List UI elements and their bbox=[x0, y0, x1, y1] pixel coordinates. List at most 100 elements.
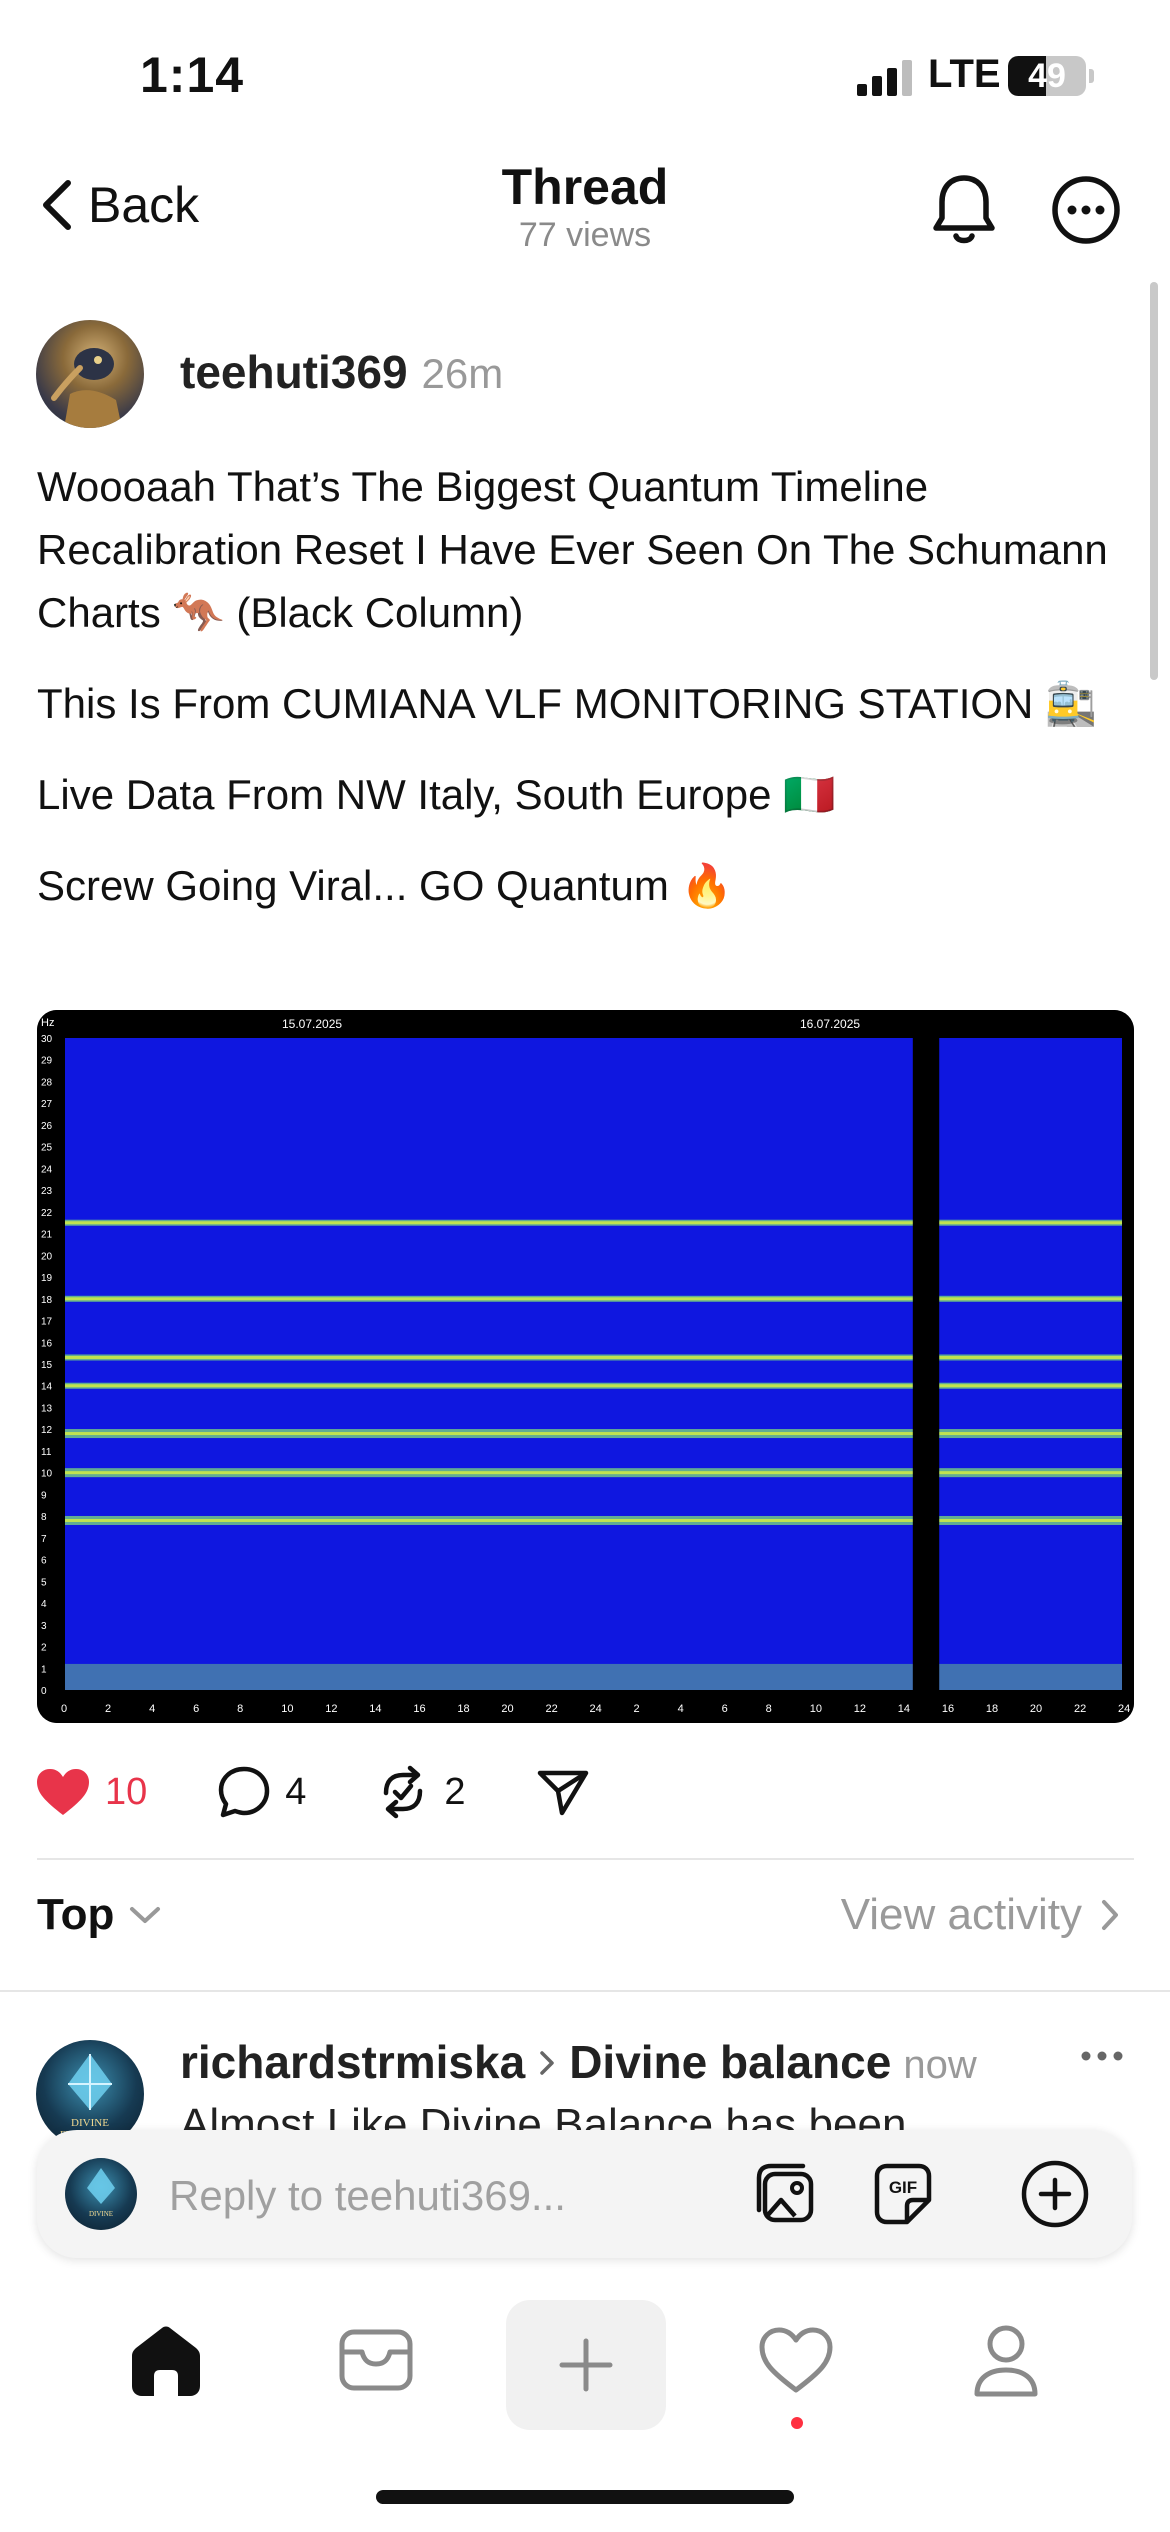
x-tick-label: 0 bbox=[61, 1703, 67, 1715]
x-tick-label: 16 bbox=[942, 1703, 954, 1715]
home-icon bbox=[132, 2326, 200, 2396]
tab-inbox[interactable] bbox=[296, 2290, 456, 2430]
status-bar: 1:14 LTE 49 bbox=[0, 0, 1170, 150]
divider bbox=[37, 1858, 1134, 1860]
author-avatar[interactable] bbox=[36, 320, 144, 428]
y-tick-label: 2 bbox=[41, 1643, 47, 1654]
network-type: LTE bbox=[928, 52, 1001, 96]
x-tick-label: 2 bbox=[105, 1703, 111, 1715]
logo-text: DIVINE bbox=[89, 2210, 113, 2218]
resonance-band-core bbox=[65, 1355, 1122, 1359]
x-tick-label: 22 bbox=[545, 1703, 557, 1715]
y-tick-label: 27 bbox=[41, 1099, 53, 1110]
comment-count: 4 bbox=[285, 1770, 307, 1813]
spectrogram-background bbox=[65, 1038, 1122, 1690]
y-tick-label: 17 bbox=[41, 1317, 53, 1328]
reply-more-icon[interactable] bbox=[1080, 2046, 1124, 2066]
post-paragraph: This Is From CUMIANA VLF MONITORING STAT… bbox=[37, 680, 1098, 727]
chevron-right-icon bbox=[540, 2051, 554, 2075]
comment-icon bbox=[219, 1766, 270, 1818]
sort-dropdown[interactable]: Top bbox=[37, 1890, 162, 1940]
reply-username[interactable]: richardstrmiska bbox=[180, 2035, 525, 2089]
x-tick-label: 4 bbox=[149, 1703, 155, 1715]
tab-activity[interactable] bbox=[716, 2290, 876, 2430]
y-tick-label: 5 bbox=[41, 1577, 47, 1588]
tab-compose[interactable] bbox=[506, 2300, 666, 2430]
x-tick-label: 4 bbox=[678, 1703, 684, 1715]
reply-timestamp: now bbox=[903, 2043, 977, 2087]
y-tick-label: 3 bbox=[41, 1621, 47, 1632]
x-tick-label: 2 bbox=[634, 1703, 640, 1715]
y-tick-label: 0 bbox=[41, 1686, 47, 1697]
profile-icon bbox=[974, 2325, 1038, 2397]
x-tick-label: 22 bbox=[1074, 1703, 1086, 1715]
post-image-spectrogram[interactable]: Hz 15.07.2025 16.07.2025 0 1 2 3 4 5 6 7 8 9 10 11 1… bbox=[37, 1010, 1134, 1723]
view-activity-label: View activity bbox=[840, 1890, 1082, 1939]
inbox-icon bbox=[339, 2329, 413, 2391]
x-tick-label: 18 bbox=[986, 1703, 998, 1715]
scrollbar[interactable] bbox=[1150, 282, 1158, 680]
author-username[interactable]: teehuti369 bbox=[180, 345, 408, 399]
y-tick-label: 19 bbox=[41, 1273, 53, 1284]
y-tick-label: 1 bbox=[41, 1664, 47, 1675]
blackout-column bbox=[912, 1038, 940, 1690]
tab-home[interactable] bbox=[86, 2290, 246, 2430]
like-count: 10 bbox=[105, 1770, 148, 1813]
post-header: teehuti369 26m bbox=[180, 345, 503, 399]
x-tick-label: 6 bbox=[722, 1703, 728, 1715]
date-label: 15.07.2025 bbox=[282, 1017, 342, 1031]
x-tick-label: 10 bbox=[281, 1703, 293, 1715]
more-options-icon[interactable] bbox=[1050, 174, 1122, 246]
reply-input[interactable] bbox=[169, 2166, 769, 2226]
post-paragraph: Woooaah That’s The Biggest Quantum Timel… bbox=[37, 463, 1108, 636]
y-tick-label: 4 bbox=[41, 1599, 47, 1610]
x-tick-label: 12 bbox=[325, 1703, 337, 1715]
repost-button[interactable]: 2 bbox=[376, 1765, 466, 1819]
resonance-band-core bbox=[65, 1297, 1122, 1301]
y-tick-label: 24 bbox=[41, 1164, 53, 1175]
low-frequency-noise bbox=[65, 1663, 1122, 1690]
send-icon bbox=[537, 1770, 588, 1816]
unit-label: Hz bbox=[41, 1017, 54, 1029]
x-tick-label: 6 bbox=[193, 1703, 199, 1715]
home-indicator[interactable] bbox=[376, 2490, 794, 2504]
y-tick-label: 8 bbox=[41, 1512, 47, 1523]
bell-icon[interactable] bbox=[928, 170, 1000, 250]
add-icon[interactable] bbox=[1017, 2156, 1093, 2232]
x-tick-label: 8 bbox=[766, 1703, 772, 1715]
y-tick-label: 6 bbox=[41, 1556, 47, 1567]
gif-icon[interactable]: GIF bbox=[865, 2156, 941, 2232]
x-tick-label: 24 bbox=[590, 1703, 602, 1715]
gif-label: GIF bbox=[889, 2178, 917, 2197]
y-tick-label: 11 bbox=[41, 1447, 52, 1458]
reply-header: richardstrmiska Divine balance now bbox=[180, 2035, 977, 2089]
like-button[interactable]: 10 bbox=[35, 1767, 147, 1817]
y-tick-label: 15 bbox=[41, 1360, 53, 1371]
y-tick-label: 30 bbox=[41, 1034, 53, 1045]
y-tick-label: 13 bbox=[41, 1403, 53, 1414]
comment-button[interactable]: 4 bbox=[217, 1765, 306, 1819]
post-action-bar: 10 4 2 bbox=[35, 1760, 660, 1824]
tab-profile[interactable] bbox=[926, 2290, 1086, 2430]
date-label: 16.07.2025 bbox=[800, 1017, 860, 1031]
spectrogram-chart: Hz 15.07.2025 16.07.2025 012345678910111… bbox=[37, 1010, 1134, 1723]
battery-tip bbox=[1089, 69, 1094, 83]
x-tick-label: 14 bbox=[898, 1703, 910, 1715]
replies-sort-row: Top View activity bbox=[37, 1890, 1134, 1960]
resonance-band-core bbox=[65, 1384, 1122, 1388]
activity-notification-dot bbox=[791, 2417, 803, 2429]
sort-label: Top bbox=[37, 1890, 115, 1939]
chevron-right-icon bbox=[1102, 1900, 1118, 1930]
photo-gallery-icon[interactable] bbox=[751, 2156, 827, 2232]
y-tick-label: 29 bbox=[41, 1056, 53, 1067]
y-tick-label: 16 bbox=[41, 1338, 53, 1349]
view-activity-link[interactable]: View activity bbox=[841, 1890, 1120, 1940]
y-tick-label: 10 bbox=[41, 1469, 53, 1480]
reply-topic[interactable]: Divine balance bbox=[569, 2035, 891, 2089]
share-button[interactable] bbox=[536, 1767, 590, 1817]
battery-level: 49 bbox=[1028, 57, 1066, 95]
x-tick-label: 14 bbox=[369, 1703, 381, 1715]
resonance-band-core bbox=[65, 1518, 1122, 1522]
composer-avatar: DIVINE bbox=[65, 2158, 137, 2230]
post-timestamp: 26m bbox=[421, 350, 504, 397]
